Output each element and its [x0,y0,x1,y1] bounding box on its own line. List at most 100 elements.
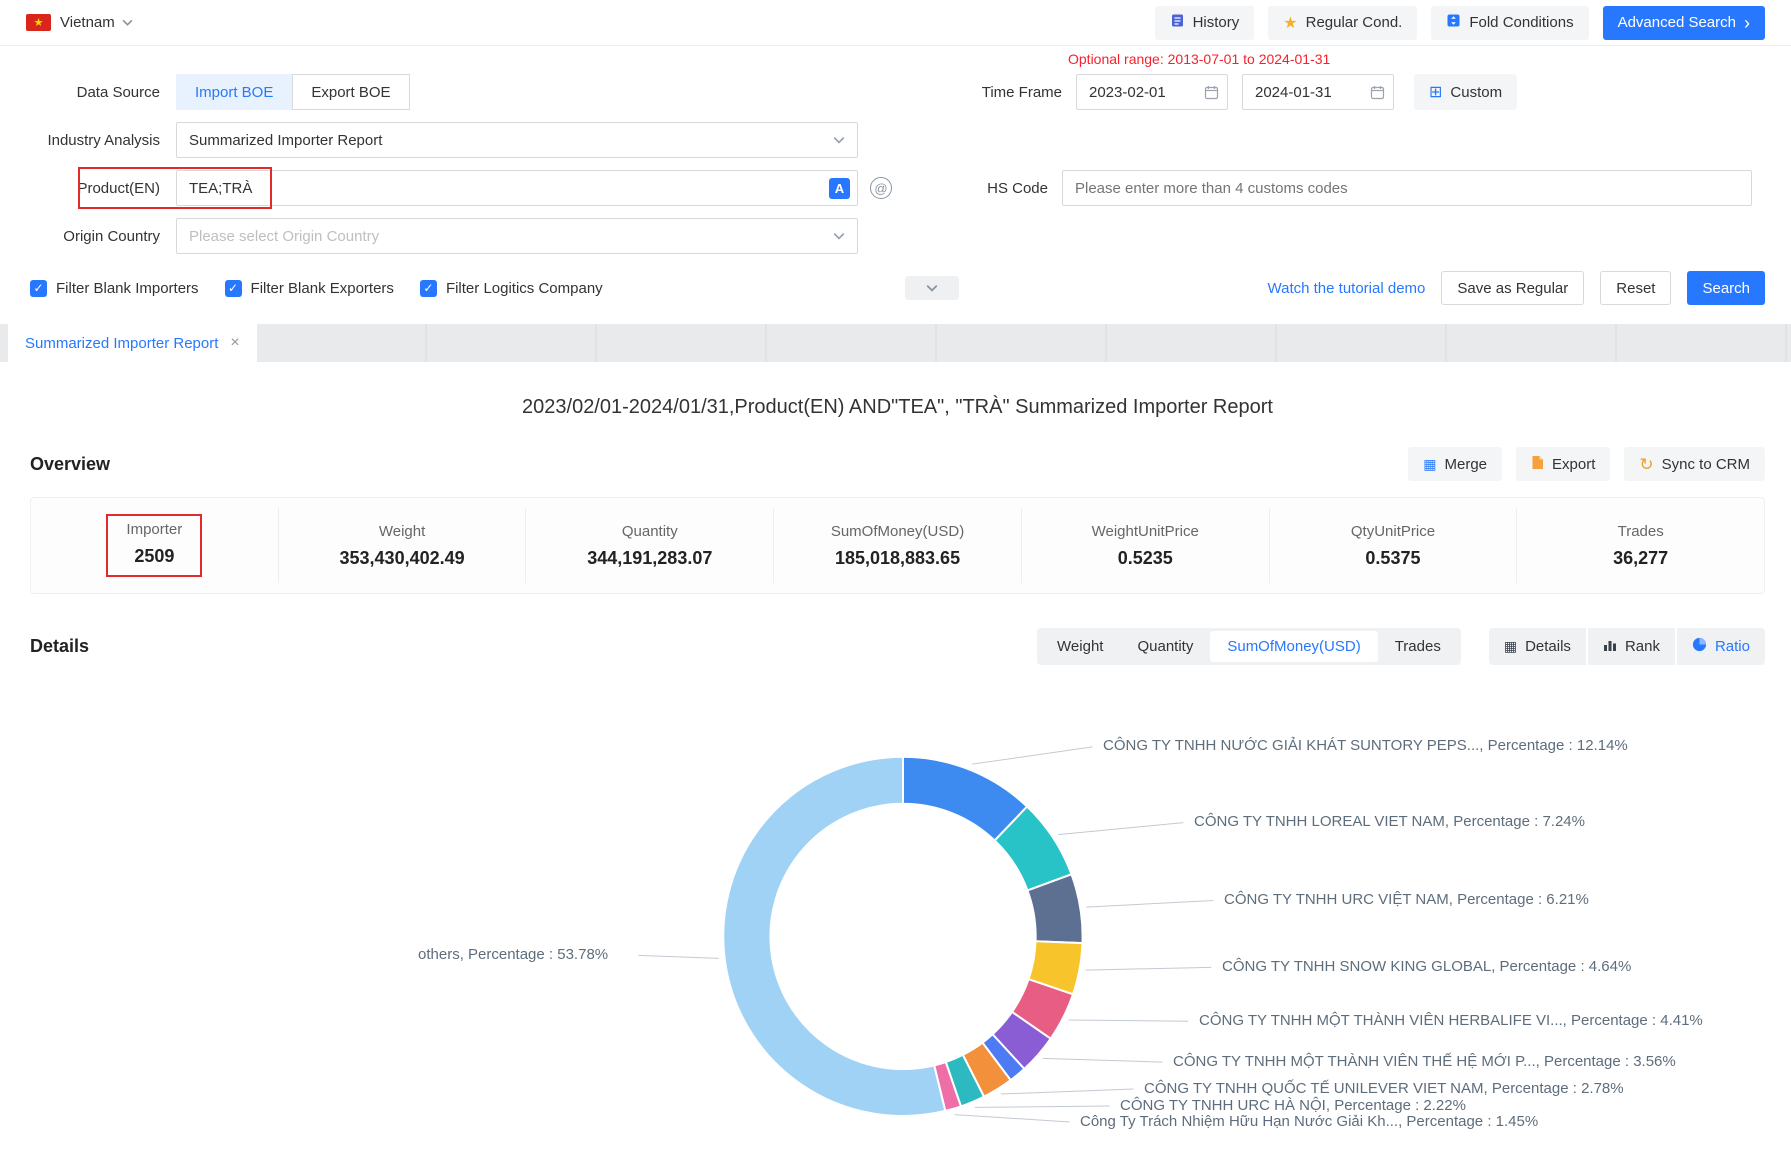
sync-to-crm-label: Sync to CRM [1662,456,1750,473]
row-filters: ✓ Filter Blank Importers ✓ Filter Blank … [30,270,1765,306]
row-data-source: Data Source Import BOE Export BOE Option… [30,74,1765,110]
overview-stats-panel: Importer 2509 Weight 353,430,402.49 Quan… [30,497,1765,594]
stat-weight: Weight 353,430,402.49 [279,508,527,583]
details-header: Details Weight Quantity SumOfMoney(USD) … [30,628,1765,665]
date-from-field [1076,74,1228,110]
chart-leader-line [1058,823,1183,835]
hs-code-input[interactable] [1062,170,1752,206]
regular-cond-label: Regular Cond. [1306,14,1403,31]
view-tab-rank[interactable]: Rank [1588,628,1675,665]
country-selector-label[interactable]: Vietnam [60,14,115,31]
custom-range-button[interactable]: ⊞ Custom [1414,74,1517,110]
filter-logitics-company-checkbox[interactable]: ✓ Filter Logitics Company [420,280,603,297]
view-tab-label: Rank [1625,638,1660,655]
ratio-pie-chart: CÔNG TY TNHH NƯỚC GIẢI KHÁT SUNTORY PEPS… [30,673,1765,1159]
merge-icon: ▦ [1423,456,1436,473]
chart-label: CÔNG TY TNHH LOREAL VIET NAM, Percentage… [1194,813,1585,830]
sync-icon: ↻ [1639,456,1653,473]
metric-tabs: Weight Quantity SumOfMoney(USD) Trades [1037,628,1461,665]
filter-blank-importers-label: Filter Blank Importers [56,280,199,297]
chart-label: CÔNG TY TNHH MỘT THÀNH VIÊN THẾ HỆ MỚI P… [1173,1053,1676,1070]
collapse-conditions-button[interactable] [905,276,959,300]
filter-blank-exporters-checkbox[interactable]: ✓ Filter Blank Exporters [225,280,394,297]
sync-to-crm-button[interactable]: ↻ Sync to CRM [1624,447,1765,481]
search-button[interactable]: Search [1687,271,1765,305]
stat-value: 36,277 [1613,548,1668,569]
grid-icon: ⊞ [1429,82,1442,102]
chart-label: CÔNG TY TNHH SNOW KING GLOBAL, Percentag… [1222,958,1631,975]
stat-value: 2509 [134,546,174,567]
chart-label: others, Percentage : 53.78% [418,946,608,963]
search-form: Data Source Import BOE Export BOE Option… [0,46,1791,324]
industry-analysis-select[interactable]: Summarized Importer Report [176,122,858,158]
overview-heading: Overview [30,454,110,475]
view-tab-details[interactable]: ▦ Details [1489,628,1586,665]
export-button[interactable]: Export [1516,447,1610,481]
filter-blank-importers-checkbox[interactable]: ✓ Filter Blank Importers [30,280,199,297]
chevron-down-icon [833,232,845,240]
data-source-tabs: Import BOE Export BOE [176,74,410,110]
chevron-down-icon [833,136,845,144]
translate-icon[interactable]: A [829,178,850,199]
metric-tab-quantity[interactable]: Quantity [1120,631,1210,662]
stat-label: Weight [379,523,425,540]
chart-leader-line [955,1115,1070,1122]
save-as-regular-button[interactable]: Save as Regular [1441,271,1584,305]
stat-sum-of-money: SumOfMoney(USD) 185,018,883.65 [774,508,1022,583]
annotation-box-importer: Importer 2509 [106,514,202,577]
stat-label: Quantity [622,523,678,540]
time-frame-group: Time Frame ⊞ Custom [978,74,1517,110]
chart-label: CÔNG TY TNHH URC HÀ NỘI, Percentage : 2.… [1120,1097,1466,1114]
stat-weight-unit-price: WeightUnitPrice 0.5235 [1022,508,1270,583]
time-frame-label: Time Frame [978,84,1062,101]
match-mode-icon[interactable]: @ [870,177,892,199]
tutorial-demo-link[interactable]: Watch the tutorial demo [1268,280,1426,297]
details-heading: Details [30,636,89,657]
merge-button[interactable]: ▦ Merge [1408,447,1502,481]
chart-leader-line [975,1106,1110,1107]
merge-label: Merge [1445,456,1488,473]
filter-logitics-company-label: Filter Logitics Company [446,280,603,297]
fold-conditions-button[interactable]: Fold Conditions [1431,6,1588,40]
pie-chart-icon [1692,637,1707,656]
row-product: Product(EN) A @ HS Code [30,170,1765,206]
star-icon: ★ [1283,13,1297,33]
overview-actions: ▦ Merge Export ↻ Sync to CRM [1408,447,1765,481]
history-label: History [1193,14,1240,31]
row-origin-country: Origin Country Please select Origin Coun… [30,218,1765,254]
calendar-icon[interactable] [1370,85,1385,100]
chart-leader-line [1043,1058,1163,1062]
chart-leader-line [1086,900,1213,907]
reset-button[interactable]: Reset [1600,271,1671,305]
metric-tab-sum-of-money[interactable]: SumOfMoney(USD) [1210,631,1377,662]
advanced-search-button[interactable]: Advanced Search › [1603,6,1765,40]
origin-country-placeholder: Please select Origin Country [189,228,379,245]
product-input[interactable] [176,170,858,206]
chart-leader-line [1001,1089,1134,1094]
checkbox-checked-icon: ✓ [420,280,437,297]
chevron-down-icon[interactable] [122,19,133,26]
tab-export-boe[interactable]: Export BOE [292,74,409,110]
close-icon[interactable]: × [230,334,239,352]
origin-country-select[interactable]: Please select Origin Country [176,218,858,254]
advanced-search-label: Advanced Search [1618,14,1736,31]
stat-quantity: Quantity 344,191,283.07 [526,508,774,583]
industry-analysis-value: Summarized Importer Report [189,132,382,149]
pie-segment[interactable] [723,757,945,1116]
checkbox-checked-icon: ✓ [30,280,47,297]
tab-import-boe[interactable]: Import BOE [176,74,292,110]
hs-code-group: HS Code [978,170,1752,206]
history-button[interactable]: History [1155,6,1255,40]
chart-leader-line [639,955,719,958]
chart-label: CÔNG TY TNHH NƯỚC GIẢI KHÁT SUNTORY PEPS… [1103,737,1628,754]
inactive-tabs-area [257,324,1791,362]
topbar-actions: History ★ Regular Cond. Fold Conditions … [1155,6,1765,40]
view-tab-ratio[interactable]: Ratio [1677,628,1765,665]
metric-tab-weight[interactable]: Weight [1040,631,1120,662]
calendar-icon[interactable] [1204,85,1219,100]
tab-summarized-importer-report[interactable]: Summarized Importer Report × [8,324,257,362]
regular-cond-button[interactable]: ★ Regular Cond. [1268,6,1417,40]
table-icon: ▦ [1504,638,1517,655]
metric-tab-trades[interactable]: Trades [1378,631,1458,662]
chart-label: Công Ty Trách Nhiệm Hữu Hạn Nước Giải Kh… [1080,1113,1538,1130]
